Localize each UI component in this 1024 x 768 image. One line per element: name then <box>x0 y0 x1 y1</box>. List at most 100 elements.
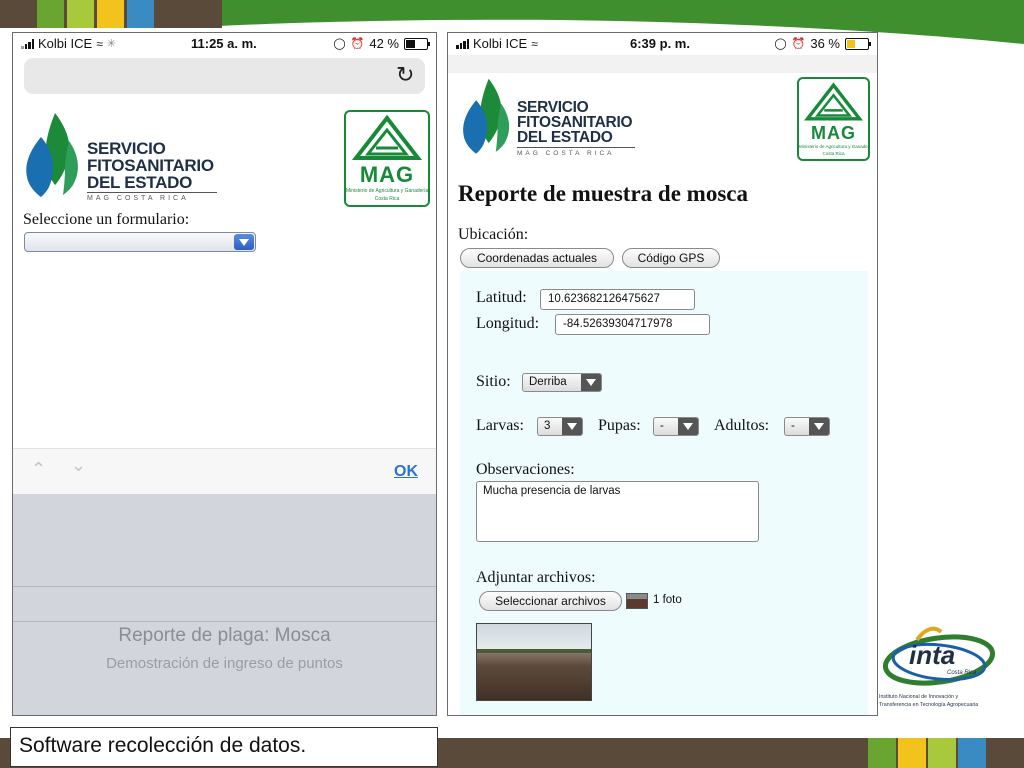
select-files-button[interactable]: Seleccionar archivos <box>479 591 622 611</box>
inta-word: inta <box>909 640 956 670</box>
observaciones-textarea[interactable]: Mucha presencia de larvas <box>476 481 759 542</box>
stripe-yellow <box>97 0 124 28</box>
observaciones-value: Mucha presencia de larvas <box>483 485 621 497</box>
picker-divider-bottom <box>13 621 436 622</box>
status-time: 11:25 a. m. <box>191 36 257 51</box>
alarm-icon: ⏰ <box>791 38 806 50</box>
carrier: Kolbi ICE ≈ ✳ <box>21 36 116 51</box>
chevron-down-icon <box>678 418 698 435</box>
adultos-value: - <box>791 420 795 432</box>
prev-field-icon[interactable]: ⌃ <box>31 459 46 480</box>
page-title: Reporte de muestra de mosca <box>458 181 748 206</box>
stripe-lime <box>67 0 94 28</box>
phone-left-screen: Kolbi ICE ≈ ✳ 11:25 a. m. ◯ ⏰ 42 % ↻ SER… <box>12 32 437 716</box>
signal-icon <box>21 38 34 49</box>
next-field-icon[interactable]: ⌄ <box>71 455 86 476</box>
rotation-lock-icon: ◯ <box>333 38 346 50</box>
picker-divider-top <box>13 586 436 587</box>
stripe-green <box>37 0 64 28</box>
sfe-line-3: DEL ESTADO <box>517 129 613 146</box>
form-label: Seleccione un formulario: <box>23 211 190 228</box>
done-button[interactable]: OK <box>394 463 418 481</box>
wifi-icon: ≈ <box>96 36 103 51</box>
battery-icon <box>404 37 430 50</box>
mag-logo: MAG Ministerio de Agricultura y Ganaderí… <box>797 77 870 161</box>
battery-icon <box>845 37 871 50</box>
status-right: ◯ ⏰ 42 % <box>333 36 430 51</box>
sfe-drop-mark <box>26 113 78 197</box>
sitio-value: Derriba <box>529 376 567 388</box>
carrier-name: Kolbi ICE <box>38 36 93 51</box>
sfe-sub: MAG COSTA RICA <box>517 150 615 157</box>
chevron-down-icon <box>581 374 601 391</box>
inta-logo: inta Costa Rica Instituto Nacional de In… <box>879 622 999 714</box>
caption-box: Software recolección de datos. <box>10 727 438 767</box>
url-bar[interactable] <box>24 58 425 94</box>
pupas-select[interactable]: - <box>653 417 699 436</box>
mag-small: Ministerio de Agricultura y Ganadería <box>799 144 868 149</box>
sitio-select[interactable]: Derriba <box>522 373 602 392</box>
mag-small-2: Costa Rica <box>374 196 400 202</box>
mag-small-2: Costa Rica <box>822 151 845 156</box>
gps-code-button[interactable]: Código GPS <box>622 248 720 268</box>
observaciones-label: Observaciones: <box>476 461 575 478</box>
slide-caption: Software recolección de datos. <box>19 734 307 757</box>
inta-caption-line-2: Transferencia en Tecnología Agropecuaria <box>879 702 979 708</box>
stripe-blue <box>127 0 154 28</box>
reload-icon[interactable]: ↻ <box>396 64 414 86</box>
photo-horizon-trees <box>477 649 591 653</box>
file-thumbnail-icon <box>626 593 648 609</box>
sfe-sub: MAG COSTA RICA <box>87 195 189 202</box>
picker-option-1[interactable]: Reporte de plaga: Mosca <box>13 625 436 647</box>
mag-logo: MAG Ministerio de Agricultura y Ganaderí… <box>344 110 430 207</box>
inta-country: Costa Rica <box>947 670 977 676</box>
sfe-logo: SERVICIO FITOSANITARIO DEL ESTADO MAG CO… <box>19 111 229 203</box>
pupas-value: - <box>660 420 664 432</box>
chevron-down-icon <box>809 418 829 435</box>
adultos-select[interactable]: - <box>784 417 830 436</box>
pupas-label: Pupas: <box>598 417 641 434</box>
mag-word: MAG <box>359 162 415 187</box>
battery-percent: 36 % <box>810 36 840 51</box>
form-select[interactable] <box>24 232 256 252</box>
alarm-icon: ⏰ <box>350 38 365 50</box>
rotation-lock-icon: ◯ <box>774 38 787 50</box>
status-bar: Kolbi ICE ≈ ✳ 11:25 a. m. ◯ ⏰ 42 % <box>13 33 436 55</box>
inta-caption-line-1: Instituto Nacional de Innovación y <box>879 694 959 700</box>
loading-icon: ✳ <box>106 38 117 50</box>
sfe-rule <box>87 192 217 193</box>
carrier: Kolbi ICE ≈ <box>456 36 538 51</box>
phone-right-screen: Kolbi ICE ≈ 6:39 p. m. ◯ ⏰ 36 % SERVICIO… <box>447 32 878 716</box>
sitio-label: Sitio: <box>476 373 511 390</box>
battery-percent: 42 % <box>369 36 399 51</box>
file-count: 1 foto <box>653 594 682 606</box>
status-right: ◯ ⏰ 36 % <box>774 36 871 51</box>
current-coordinates-button[interactable]: Coordenadas actuales <box>460 248 614 268</box>
adjuntar-label: Adjuntar archivos: <box>476 569 596 586</box>
mag-word: MAG <box>811 123 856 143</box>
status-bar: Kolbi ICE ≈ 6:39 p. m. ◯ ⏰ 36 % <box>448 33 877 55</box>
larvas-select[interactable]: 3 <box>537 417 583 436</box>
sfe-drop-mark <box>463 78 510 154</box>
top-gray-bar <box>448 55 877 73</box>
signal-icon <box>456 38 469 49</box>
ubicacion-label: Ubicación: <box>458 226 529 243</box>
longitude-label: Longitud: <box>476 315 540 332</box>
stripe-lime-bottom <box>928 738 956 768</box>
picker-option-2[interactable]: Demostración de ingreso de puntos <box>13 655 436 672</box>
picker-wheel[interactable] <box>13 494 436 715</box>
latitude-input[interactable]: 10.623682126475627 <box>540 289 695 310</box>
status-time: 6:39 p. m. <box>630 36 690 51</box>
larvas-value: 3 <box>544 420 551 432</box>
sfe-rule <box>517 147 635 148</box>
photo-preview[interactable] <box>476 623 592 701</box>
select-arrow-icon <box>234 234 254 250</box>
larvas-label: Larvas: <box>476 417 524 434</box>
carrier-name: Kolbi ICE <box>473 36 528 51</box>
stripe-blue-bottom <box>958 738 986 768</box>
longitude-input[interactable]: -84.52639304717978 <box>555 314 710 335</box>
stripe-green-bottom <box>868 738 896 768</box>
sfe-logo: SERVICIO FITOSANITARIO DEL ESTADO MAG CO… <box>456 77 646 159</box>
mag-mark <box>803 82 864 121</box>
latitude-label: Latitud: <box>476 289 527 306</box>
